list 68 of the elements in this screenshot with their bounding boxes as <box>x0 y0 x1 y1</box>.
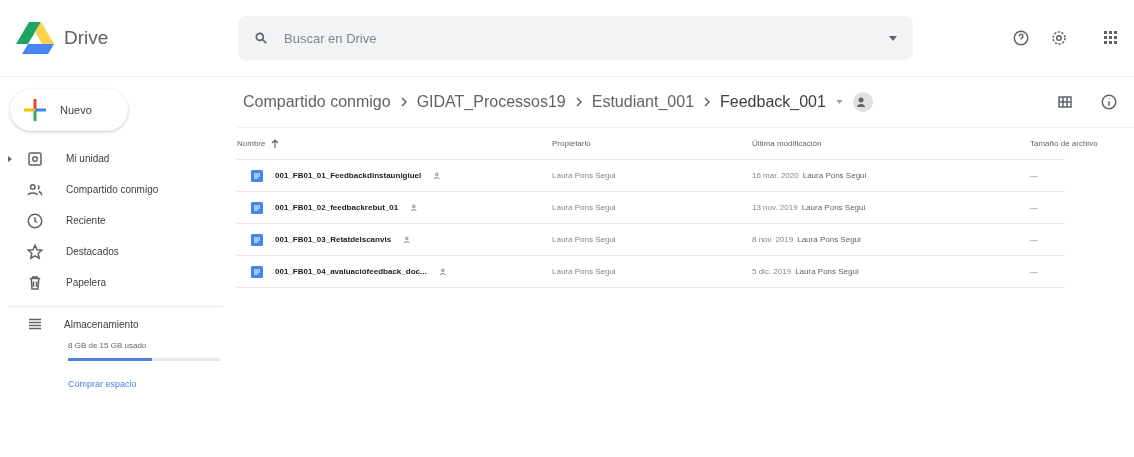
date-text: 5 dic. 2019 <box>752 267 792 276</box>
modifier-name: Laura Pons Segui <box>801 203 866 212</box>
sidebar-item[interactable]: Mi unidad <box>0 143 237 174</box>
breadcrumb-item[interactable]: Estudiant_001 <box>591 93 695 111</box>
document-icon <box>251 265 263 278</box>
sidebar-item[interactable]: Destacados <box>0 236 237 267</box>
buy-storage-link[interactable]: Comprar espacio <box>68 379 237 389</box>
dropdown-icon[interactable] <box>835 100 843 104</box>
size-cell-text: — <box>1030 235 1039 244</box>
sidebar-item[interactable]: Compartido conmigo <box>0 174 237 205</box>
app-name: Drive <box>64 27 109 49</box>
breadcrumb-item[interactable]: GIDAT_Processos19 <box>416 93 566 111</box>
owner-cell-text: Laura Pons Segui <box>552 171 617 180</box>
date-text: 16 mar. 2020 <box>752 171 799 180</box>
sort-up-icon[interactable] <box>271 139 280 148</box>
owner-cell-text: Laura Pons Segui <box>552 203 617 212</box>
modifier-name: Laura Pons Segui <box>797 235 861 244</box>
file-name[interactable]: 001_FB01_04_avaluaciófeedback_doc... <box>275 267 427 276</box>
column-header[interactable]: Propietario <box>552 139 752 148</box>
settings-button[interactable] <box>1050 29 1068 47</box>
breadcrumb-item[interactable]: Compartido conmigo <box>243 93 391 111</box>
file-name[interactable]: 001_FB01_03_Retatdelscanvis <box>275 235 392 244</box>
apps-button[interactable] <box>1104 31 1118 45</box>
help-icon <box>1012 29 1030 47</box>
storage-usage: 8 GB de 15 GB usado <box>68 341 148 350</box>
file-name[interactable]: 001_FB01_01_Feedbackdinstaunigiuel <box>275 171 422 180</box>
star-icon <box>26 242 44 261</box>
breadcrumb-item[interactable]: Feedback_001 <box>720 93 826 111</box>
date-text: 8 nov. 2019 <box>752 235 794 244</box>
help-button[interactable] <box>1012 29 1030 47</box>
expand-icon[interactable] <box>8 155 12 162</box>
info-button[interactable] <box>1100 93 1118 111</box>
plus-icon <box>24 99 46 121</box>
chevron-icon <box>400 97 407 107</box>
search-field[interactable]: Buscar en Drive <box>282 29 875 47</box>
document-icon <box>251 233 263 246</box>
column-header[interactable]: Tamaño de archivo <box>1030 139 1098 148</box>
file-name[interactable]: 001_FB01_02_feedbackrebut_01 <box>275 203 399 212</box>
column-header[interactable]: Última modificación <box>752 139 1030 148</box>
document-icon <box>251 169 263 182</box>
owner-cell-text: Laura Pons Segui <box>552 235 617 244</box>
drive-logo-icon <box>16 21 54 55</box>
shared-folder-icon <box>852 92 873 112</box>
owner-cell-text: Laura Pons Segui <box>552 267 617 276</box>
info-icon <box>1100 93 1118 111</box>
grid-icon <box>1104 31 1118 45</box>
sidebar-item[interactable]: Reciente <box>0 205 237 236</box>
settings-icon <box>1050 29 1068 47</box>
date-text: 13 nov. 2019 <box>752 203 798 212</box>
modifier-name: Laura Pons Segui <box>802 171 867 180</box>
grid-view-button[interactable] <box>1058 96 1072 108</box>
storage-label: Almacenamiento <box>64 318 139 330</box>
modifier-name: Laura Pons Segui <box>795 267 859 276</box>
new-button[interactable]: Nuevo <box>10 89 128 131</box>
size-cell-text: — <box>1030 171 1039 180</box>
chevron-icon <box>704 97 711 107</box>
dropdown-icon[interactable] <box>889 35 897 41</box>
shared-icon <box>438 266 449 277</box>
chevron-icon <box>575 97 582 107</box>
clock-icon <box>26 211 44 230</box>
size-cell-text: — <box>1030 267 1039 276</box>
size-cell-text: — <box>1030 203 1039 212</box>
grid-view-icon <box>1058 96 1072 108</box>
search-icon <box>254 31 268 45</box>
sidebar-item[interactable]: Papelera <box>0 267 237 298</box>
document-icon <box>251 201 263 214</box>
column-header[interactable]: Nombre <box>237 139 552 148</box>
search-bar[interactable]: Buscar en Drive <box>238 16 913 60</box>
